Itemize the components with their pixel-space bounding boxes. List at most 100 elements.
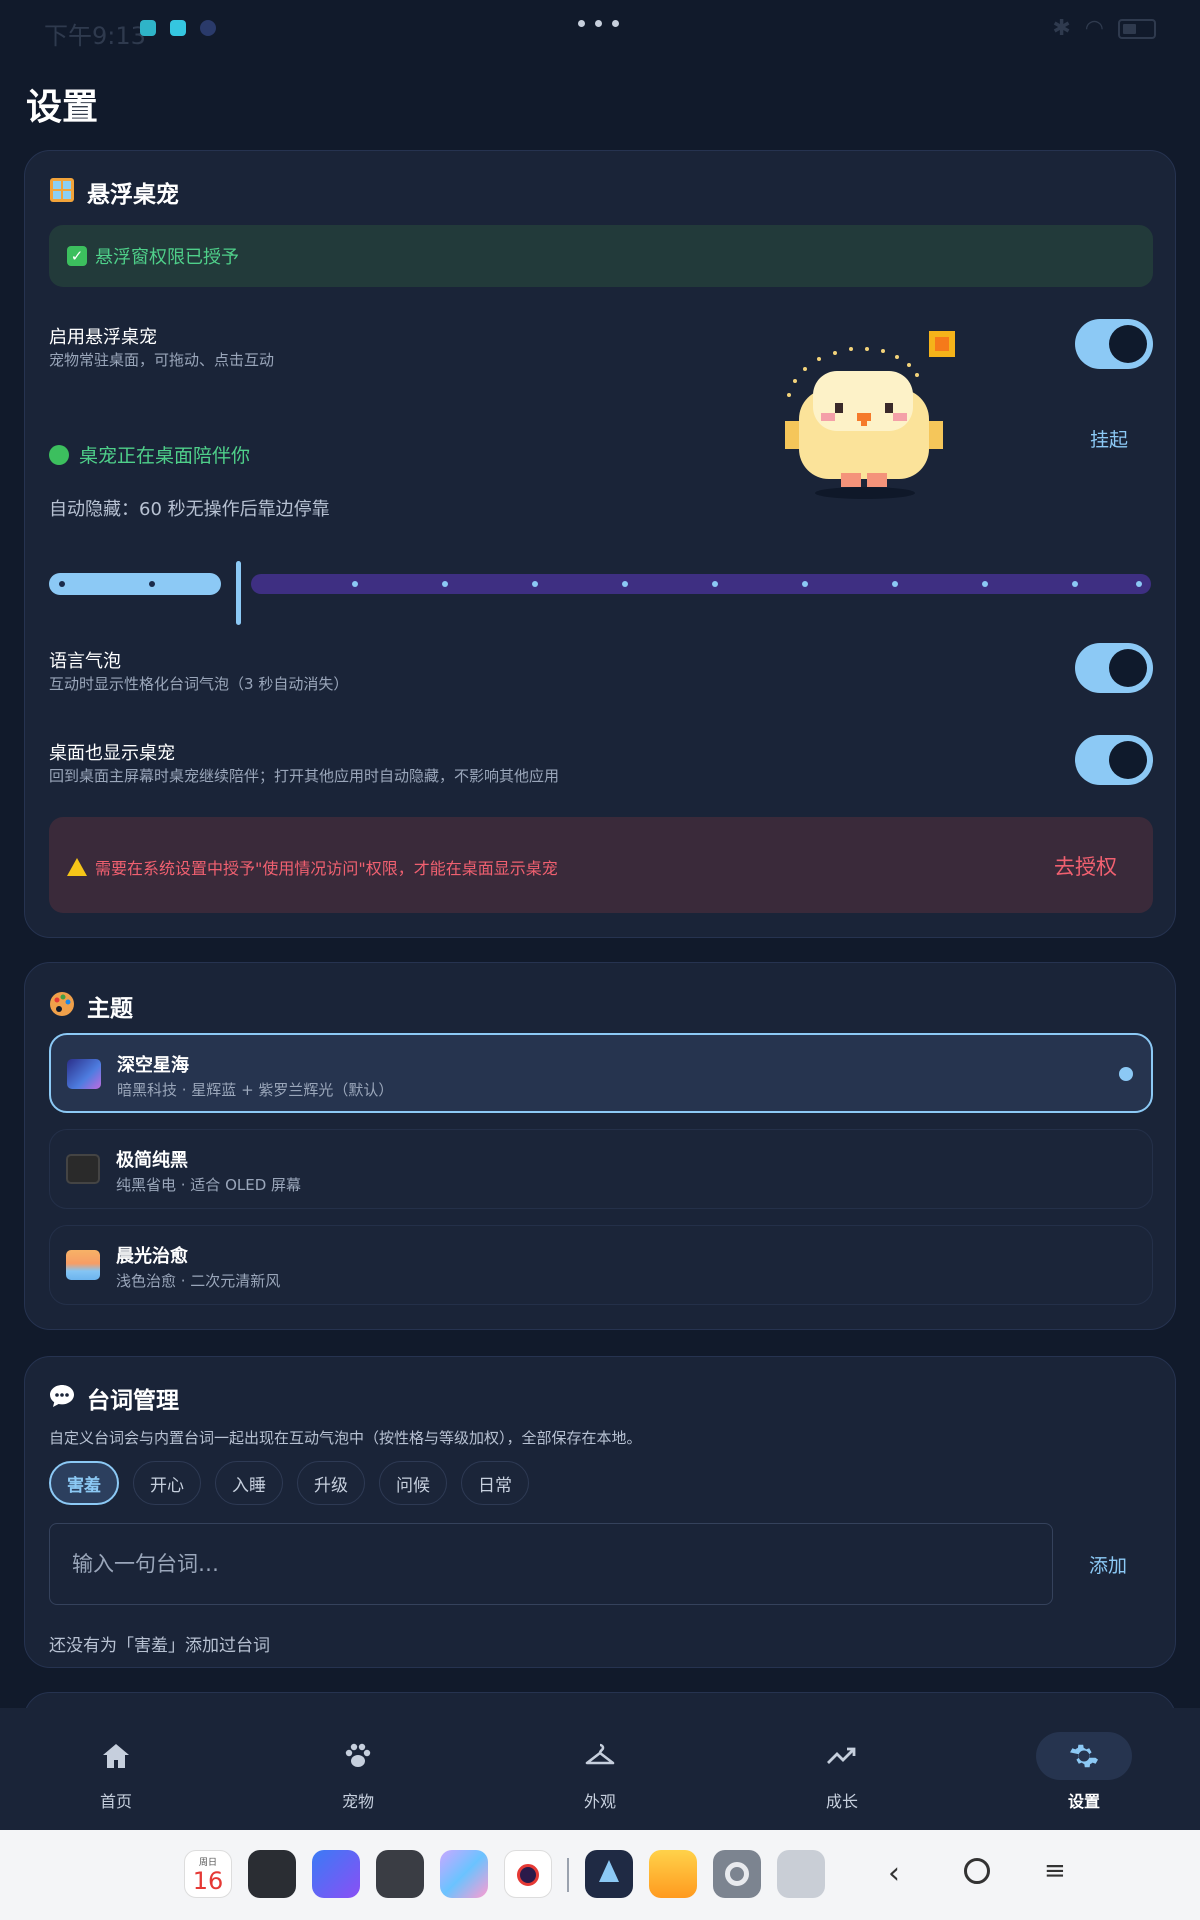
- calendar-day: 16: [192, 1867, 224, 1895]
- clock-app-icon[interactable]: [248, 1850, 296, 1898]
- theme-desc: 纯黑省电 · 适合 OLED 屏幕: [116, 1176, 302, 1194]
- recents-icon[interactable]: ≡: [1044, 1856, 1066, 1886]
- card-title: 主题: [49, 989, 133, 1023]
- slider-tick: [622, 581, 628, 587]
- slider-thumb[interactable]: [236, 561, 241, 625]
- nav-home[interactable]: 首页: [0, 1708, 236, 1830]
- nav-growth[interactable]: 成长: [722, 1708, 962, 1830]
- slider-tick: [352, 581, 358, 587]
- green-dot-icon: [49, 444, 69, 465]
- nav-pet[interactable]: 宠物: [238, 1708, 478, 1830]
- warning-message: 需要在系统设置中授予"使用情况访问"权限，才能在桌面显示桌宠: [67, 855, 558, 879]
- browser-app-icon[interactable]: [312, 1850, 360, 1898]
- selected-indicator-icon: [1119, 1067, 1133, 1081]
- theme-option-deep-space[interactable]: 深空星海 暗黑科技 · 星辉蓝 + 紫罗兰辉光（默认）: [49, 1033, 1153, 1113]
- more-dots-icon[interactable]: [578, 20, 619, 27]
- calendar-app-icon[interactable]: 周日 16: [184, 1850, 232, 1898]
- slider-tick: [802, 581, 808, 587]
- paw-icon: [310, 1732, 406, 1780]
- app-notification-icon: [170, 20, 186, 36]
- dock-separator: [567, 1858, 569, 1892]
- slider-tick: [59, 581, 65, 587]
- card-title-text: 主题: [87, 996, 133, 1022]
- app-notification-icon: [140, 20, 156, 36]
- theme-desc: 暗黑科技 · 星辉蓝 + 紫罗兰辉光（默认）: [117, 1081, 394, 1099]
- pet-status: 桌宠正在桌面陪伴你: [49, 441, 250, 468]
- settings-app-icon[interactable]: [713, 1850, 761, 1898]
- nav-label: 首页: [99, 1792, 132, 1811]
- slider-fill: [49, 573, 221, 595]
- line-input-field[interactable]: [49, 1523, 1053, 1605]
- bluetooth-icon: ✱: [1052, 16, 1071, 41]
- card-title: 台词管理: [49, 1381, 179, 1415]
- camera-app-icon[interactable]: [504, 1850, 552, 1898]
- speech-bubble-toggle[interactable]: [1075, 643, 1153, 693]
- slider-tick: [1136, 581, 1142, 587]
- lines-management-card: 台词管理 自定义台词会与内置台词一起出现在互动气泡中（按性格与等级加权），全部保…: [24, 1356, 1176, 1668]
- add-line-button[interactable]: 添加: [1089, 1551, 1127, 1578]
- chip-level-up[interactable]: 升级: [297, 1461, 365, 1505]
- theme-card: 主题 深空星海 暗黑科技 · 星辉蓝 + 紫罗兰辉光（默认） 极简纯黑 纯黑省电…: [24, 962, 1176, 1330]
- status-time: 下午9:13: [44, 22, 146, 50]
- theme-option-pure-black[interactable]: 极简纯黑 纯黑省电 · 适合 OLED 屏幕: [49, 1129, 1153, 1209]
- chip-happy[interactable]: 开心: [133, 1461, 201, 1505]
- back-icon[interactable]: ‹: [888, 1856, 900, 1891]
- gallery-app-icon[interactable]: [440, 1850, 488, 1898]
- pet-chick-illustration[interactable]: [755, 321, 975, 511]
- category-chips: 害羞 开心 入睡 升级 问候 日常: [49, 1461, 529, 1505]
- suspend-button[interactable]: 挂起: [1090, 425, 1128, 452]
- permission-granted-text: 悬浮窗权限已授予: [95, 247, 239, 268]
- nav-label: 外观: [583, 1792, 616, 1811]
- page-title: 设置: [26, 87, 99, 128]
- card-title-text: 悬浮桌宠: [87, 182, 179, 208]
- check-icon: ✓: [67, 246, 87, 266]
- trending-icon: [794, 1732, 890, 1780]
- chip-shy[interactable]: 害羞: [49, 1461, 119, 1505]
- app-grid-icon[interactable]: [777, 1850, 825, 1898]
- slider-tick: [892, 581, 898, 587]
- card-title: 悬浮桌宠: [49, 175, 179, 209]
- card-title-text: 台词管理: [87, 1388, 179, 1414]
- nav-label: 成长: [825, 1792, 858, 1811]
- galaxy-icon: [67, 1059, 101, 1089]
- sunrise-icon: [66, 1250, 100, 1280]
- nav-label: 设置: [1067, 1792, 1100, 1811]
- app-notification-icon: [200, 20, 216, 36]
- hanger-icon: [552, 1732, 648, 1780]
- bottom-navigation: 首页 宠物 外观 成长 设置: [0, 1708, 1200, 1830]
- chip-greeting[interactable]: 问候: [379, 1461, 447, 1505]
- enable-pet-subtitle: 宠物常驻桌面，可拖动、点击互动: [49, 351, 275, 369]
- pet-app-icon[interactable]: [585, 1850, 633, 1898]
- system-icons: ✱ ◠: [1052, 16, 1156, 41]
- files-app-icon[interactable]: [649, 1850, 697, 1898]
- gear-icon: [1036, 1732, 1132, 1780]
- permission-granted-banner: ✓ 悬浮窗权限已授予: [49, 225, 1153, 287]
- window-icon: [49, 177, 75, 207]
- theme-desc: 浅色治愈 · 二次元清新风: [116, 1272, 281, 1290]
- slider-tick: [982, 581, 988, 587]
- slider-track: [251, 574, 1151, 594]
- auto-hide-label: 自动隐藏：60 秒无操作后靠边停靠: [49, 499, 330, 520]
- nav-settings[interactable]: 设置: [964, 1708, 1200, 1830]
- slider-tick: [1072, 581, 1078, 587]
- home-circle-icon[interactable]: [964, 1858, 990, 1884]
- chip-daily[interactable]: 日常: [461, 1461, 529, 1505]
- auto-hide-slider[interactable]: [49, 561, 1153, 625]
- empty-lines-text: 还没有为「害羞」添加过台词: [49, 1636, 270, 1656]
- theme-option-morning[interactable]: 晨光治愈 浅色治愈 · 二次元清新风: [49, 1225, 1153, 1305]
- chip-sleep[interactable]: 入睡: [215, 1461, 283, 1505]
- pet-status-text: 桌宠正在桌面陪伴你: [79, 445, 251, 467]
- home-icon: [68, 1732, 164, 1780]
- wifi-icon: ◠: [1084, 16, 1104, 41]
- show-on-desktop-toggle[interactable]: [1075, 735, 1153, 785]
- nav-appearance[interactable]: 外观: [480, 1708, 720, 1830]
- speech-bubble-title: 语言气泡: [49, 651, 121, 672]
- enable-pet-toggle[interactable]: [1075, 319, 1153, 369]
- nav-label: 宠物: [341, 1792, 374, 1811]
- line-input[interactable]: [50, 1524, 1052, 1604]
- show-on-desktop-title: 桌面也显示桌宠: [49, 743, 175, 764]
- slider-tick: [149, 581, 155, 587]
- show-on-desktop-subtitle: 回到桌面主屏幕时桌宠继续陪伴；打开其他应用时自动隐藏，不影响其他应用: [49, 767, 560, 785]
- recorder-app-icon[interactable]: [376, 1850, 424, 1898]
- grant-permission-button[interactable]: 去授权: [1054, 851, 1117, 881]
